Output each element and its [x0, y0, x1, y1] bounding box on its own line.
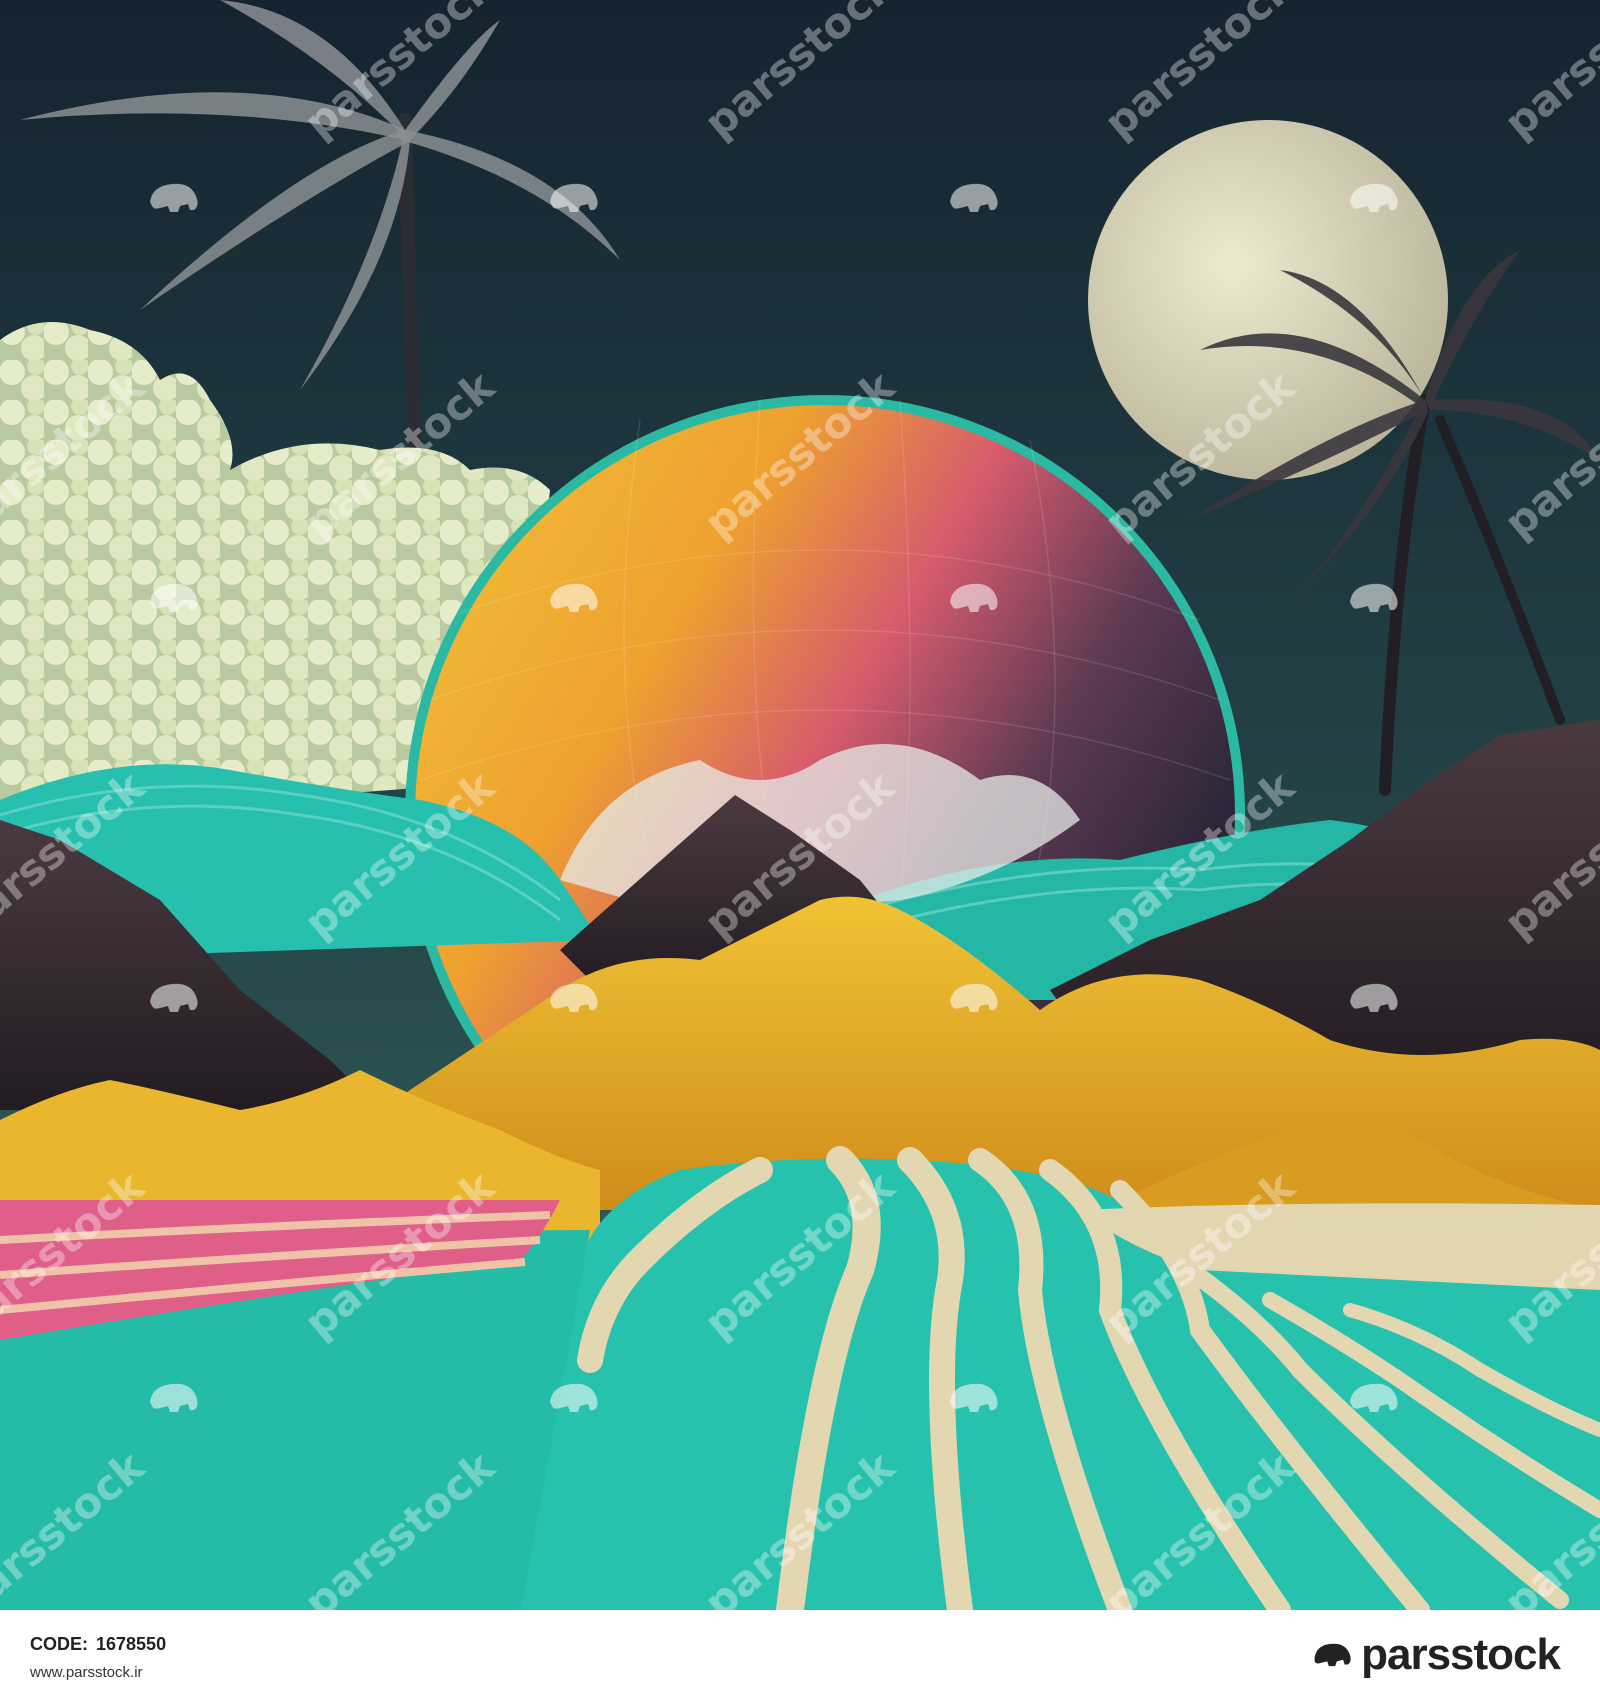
collage-artwork: parsstock parsstock parsstock parsstock … [0, 0, 1600, 1610]
footer-bar: CODE: 1678550 www.parsstock.ir parsstock [0, 1610, 1600, 1700]
image-code: CODE: 1678550 [30, 1634, 174, 1655]
elephant-logo-icon [1314, 1643, 1351, 1667]
code-label: CODE: [30, 1634, 88, 1654]
site-url-link[interactable]: www.parsstock.ir [30, 1664, 143, 1681]
brand-logo[interactable]: parsstock [1313, 1630, 1561, 1680]
brand-name: parsstock [1361, 1630, 1561, 1679]
code-value: 1678550 [96, 1634, 167, 1654]
